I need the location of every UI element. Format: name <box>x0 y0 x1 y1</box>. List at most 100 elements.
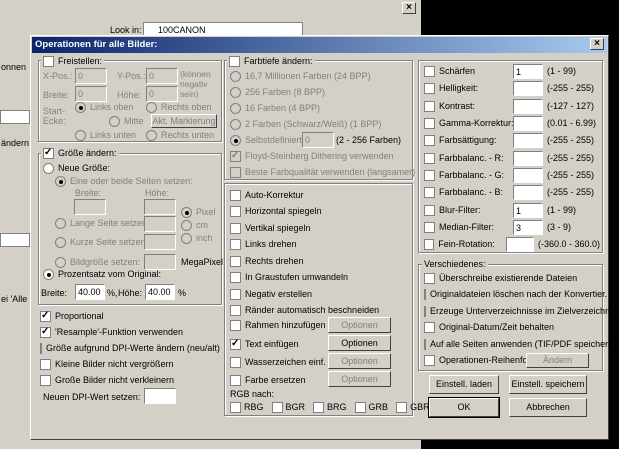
adjust-input[interactable]: 1 <box>513 202 543 218</box>
radio-mitte[interactable]: Mitte <box>109 116 144 127</box>
option-checkbox[interactable] <box>424 322 435 334</box>
cancel-button[interactable]: Abbrechen <box>509 398 587 417</box>
close-button[interactable]: × <box>590 38 604 50</box>
misc-overwrite[interactable]: Überschreibe existierende Dateien <box>424 270 600 287</box>
radio-dot[interactable] <box>230 119 241 130</box>
radio-dot[interactable] <box>55 237 66 248</box>
option-no-shrink[interactable]: Große Bilder nicht verkleinern <box>40 372 218 388</box>
radio-dot[interactable] <box>230 135 241 146</box>
radio-percent[interactable]: Prozentsatz vom Original: <box>43 269 161 280</box>
custom-colors-input[interactable]: 0 <box>302 132 334 148</box>
option-checkbox[interactable] <box>424 289 426 301</box>
radio-dot[interactable] <box>43 269 54 280</box>
rgb-checkbox[interactable] <box>230 402 241 413</box>
radio-links-oben[interactable]: Links oben <box>75 102 134 113</box>
option-best-quality[interactable]: Beste Farbqualität verwenden (langsamer) <box>230 167 415 178</box>
option-checkbox[interactable] <box>230 338 241 350</box>
option-checkbox[interactable] <box>230 239 241 251</box>
adjust-input[interactable] <box>513 185 543 201</box>
image-size-input[interactable] <box>144 254 176 270</box>
adjust-input[interactable] <box>513 133 543 149</box>
option-flip-horizontal[interactable]: Horizontal spiegeln <box>230 204 410 221</box>
radio-8bpp[interactable]: 256 Farben (8 BPP) <box>230 87 325 98</box>
option-checkbox[interactable] <box>40 358 51 370</box>
radio-dot[interactable] <box>43 163 54 174</box>
save-settings-button[interactable]: Einstell. speichern <box>509 375 587 394</box>
rgb-checkbox[interactable] <box>396 402 408 413</box>
current-selection-button[interactable]: Akt. Markierung <box>151 114 217 128</box>
change-order-button[interactable]: Ändern <box>526 353 589 368</box>
rgb-checkbox[interactable] <box>354 402 366 413</box>
radio-short-side[interactable]: Kurze Seite setzen: <box>55 237 148 248</box>
adjust-input[interactable] <box>506 237 534 253</box>
radio-dot[interactable] <box>75 102 86 113</box>
radio-dot[interactable] <box>146 130 157 141</box>
option-checkbox[interactable] <box>230 222 241 234</box>
option-checkbox[interactable] <box>40 374 51 386</box>
crop-width-input[interactable]: 0 <box>75 86 107 102</box>
percent-height-input[interactable]: 40.00 <box>145 284 175 300</box>
adjust-checkbox[interactable] <box>424 204 435 216</box>
radio-dot[interactable] <box>230 103 241 114</box>
misc-keep-date[interactable]: Original-Datum/Zeit behalten <box>424 320 600 337</box>
radio-dot[interactable] <box>181 207 192 218</box>
radio-dot[interactable] <box>230 71 241 82</box>
adjust-checkbox[interactable] <box>424 66 435 78</box>
long-side-input[interactable] <box>144 216 176 232</box>
resize-checkbox[interactable] <box>43 147 54 159</box>
radio-dot[interactable] <box>146 102 157 113</box>
adjust-checkbox[interactable] <box>424 118 435 130</box>
option-checkbox[interactable] <box>424 305 426 317</box>
radio-dot[interactable] <box>181 233 192 244</box>
option-replace-color[interactable]: Farbe ersetzen <box>230 375 306 386</box>
option-add-frame[interactable]: Rahmen hinzufügen <box>230 320 326 331</box>
new-width-input[interactable] <box>74 199 106 215</box>
radio-dot[interactable] <box>55 176 66 187</box>
radio-long-side[interactable]: Lange Seite setzen: <box>55 218 150 229</box>
radio-dot[interactable] <box>181 220 192 231</box>
adjust-checkbox[interactable] <box>424 100 435 112</box>
background-close-button[interactable]: × <box>402 2 416 14</box>
radio-new-size[interactable]: Neue Größe: <box>43 163 110 174</box>
adjust-checkbox[interactable] <box>424 239 435 251</box>
radio-both-sides[interactable]: Eine oder beide Seiten setzen: <box>55 176 193 187</box>
option-checkbox[interactable] <box>230 150 241 162</box>
option-checkbox[interactable] <box>40 310 51 322</box>
adjust-input[interactable] <box>513 150 543 166</box>
option-negative[interactable]: Negativ erstellen <box>230 286 410 303</box>
radio-dot[interactable] <box>75 130 86 141</box>
option-insert-text[interactable]: Text einfügen <box>230 338 299 350</box>
radio-dot[interactable] <box>230 87 241 98</box>
option-checkbox[interactable] <box>40 342 42 354</box>
adjust-checkbox[interactable] <box>424 83 435 95</box>
crop-checkbox[interactable] <box>43 56 54 67</box>
watermark-options-button[interactable]: Optionen <box>328 353 391 369</box>
radio-image-size[interactable]: Bildgröße setzen: <box>55 257 140 268</box>
adjust-input[interactable]: 3 <box>513 219 543 235</box>
radio-4bpp[interactable]: 16 Farben (4 BPP) <box>230 103 320 114</box>
option-checkbox[interactable] <box>230 357 241 368</box>
rgb-checkbox[interactable] <box>313 402 325 413</box>
radio-inch[interactable]: inch <box>181 233 213 244</box>
radio-dot[interactable] <box>109 116 120 127</box>
radio-cm[interactable]: cm <box>181 220 208 231</box>
option-checkbox[interactable] <box>230 288 241 300</box>
adjust-checkbox[interactable] <box>424 221 435 233</box>
option-auto-correct[interactable]: Auto-Korrektur <box>230 187 410 204</box>
option-checkbox[interactable] <box>424 355 435 367</box>
option-checkbox[interactable] <box>230 255 241 267</box>
option-checkbox[interactable] <box>230 189 241 201</box>
option-checkbox[interactable] <box>230 206 241 218</box>
adjust-input[interactable] <box>513 81 543 97</box>
option-rotate-right[interactable]: Rechts drehen <box>230 253 410 270</box>
radio-pixel[interactable]: Pixel <box>181 207 216 218</box>
option-checkbox[interactable] <box>40 326 51 338</box>
load-settings-button[interactable]: Einstell. laden <box>429 375 499 394</box>
option-resample[interactable]: 'Resample'-Funktion verwenden <box>40 324 218 340</box>
radio-24bpp[interactable]: 16,7 Millionen Farben (24 BPP) <box>230 71 371 82</box>
replace-color-options-button[interactable]: Optionen <box>328 371 391 387</box>
percent-width-input[interactable]: 40.00 <box>75 284 105 300</box>
xpos-input[interactable]: 0 <box>75 68 107 84</box>
option-watermark[interactable]: Wasserzeichen einf. <box>230 357 326 368</box>
radio-1bpp[interactable]: 2 Farben (Schwarz/Weiß) (1 BPP) <box>230 119 381 130</box>
